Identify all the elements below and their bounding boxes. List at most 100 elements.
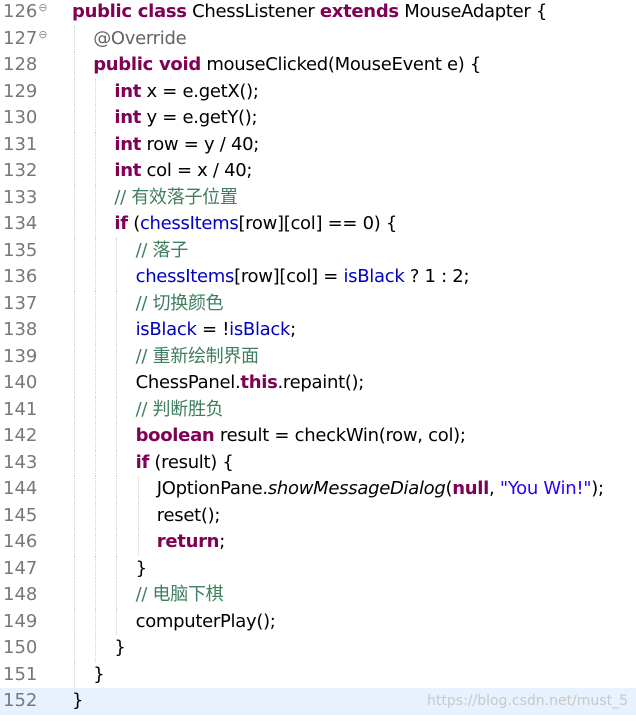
indent-guide <box>74 131 75 158</box>
indent-guide <box>95 78 97 105</box>
line-number-text: 142 <box>3 425 38 446</box>
line-number: 137 <box>0 291 51 318</box>
indent-guide <box>95 476 97 503</box>
indent-guide <box>116 608 118 635</box>
fold-collapse-icon[interactable]: ⊖ <box>38 0 47 17</box>
keyword-token: if <box>114 213 128 234</box>
indent-guide <box>116 555 118 582</box>
code-token: computerPlay(); <box>135 610 276 632</box>
code-line[interactable]: 140 ChessPanel.this.repaint(); <box>0 370 636 397</box>
keyword-token: public void <box>93 54 201 75</box>
comment-token: // 切换颜色 <box>135 292 224 314</box>
code-line[interactable]: 134 if (chessItems[row][col] == 0) { <box>0 211 636 238</box>
code-token: x = e.getX(); <box>141 80 259 102</box>
comment-token: // 落子 <box>135 239 189 261</box>
line-number: 126⊖ <box>0 0 51 26</box>
keyword-token: return <box>156 531 220 552</box>
string-token: "You Win!" <box>499 478 592 499</box>
code-text: } <box>93 662 104 689</box>
code-line[interactable]: 144 JOptionPane.showMessageDialog(null, "… <box>0 476 636 503</box>
code-line[interactable]: 126⊖ public class ChessListener extends M… <box>0 0 636 26</box>
annotation-token: @Override <box>93 27 187 49</box>
code-line[interactable]: 146 return; <box>0 529 636 556</box>
code-line[interactable]: 145 reset(); <box>0 502 636 529</box>
line-number: 140 <box>0 370 51 397</box>
field-token: isBlack <box>229 319 291 340</box>
indent-guide <box>74 317 75 344</box>
line-number: 138 <box>0 317 51 344</box>
indent-guide <box>116 449 118 476</box>
indent-guide <box>74 502 75 529</box>
line-number: 130 <box>0 105 51 132</box>
code-line[interactable]: 136 chessItems[row][col] = isBlack ? 1 : … <box>0 264 636 291</box>
code-text: ChessPanel.this.repaint(); <box>136 370 365 397</box>
code-line[interactable]: 139 // 重新绘制界面 <box>0 343 636 370</box>
line-number-text: 140 <box>3 372 38 393</box>
line-number: 136 <box>0 264 51 291</box>
code-line[interactable]: 129 int x = e.getX(); <box>0 78 636 106</box>
code-token: y = e.getY(); <box>141 107 258 128</box>
code-text: // 切换颜色 <box>136 291 224 318</box>
line-number-text: 149 <box>3 610 38 632</box>
code-line[interactable]: 127⊖ @Override <box>0 25 636 52</box>
indent-guide <box>116 370 118 397</box>
field-token: chessItems <box>135 266 235 287</box>
indent-guide <box>74 343 75 370</box>
code-line[interactable]: 150} <box>0 635 636 662</box>
indent-guide <box>74 608 75 635</box>
code-line[interactable]: 131 int row = y / 40; <box>0 131 636 158</box>
indent-guide <box>95 184 97 211</box>
code-text: public void mouseClicked(MouseEvent e) { <box>93 52 481 79</box>
code-text: } <box>114 635 125 662</box>
line-number-text: 134 <box>3 213 38 234</box>
indent-guide <box>95 502 97 529</box>
indent-guide <box>95 555 97 582</box>
code-line[interactable]: 143 if (result) { <box>0 449 636 476</box>
indent-guide <box>74 582 75 609</box>
code-text: boolean result = checkWin(row, col); <box>136 423 466 450</box>
indent-guide <box>74 25 75 52</box>
indent-guide <box>74 396 75 423</box>
indent-guide <box>116 237 118 264</box>
code-line[interactable]: 147} <box>0 555 636 582</box>
code-line[interactable]: 142 boolean result = checkWin(row, col); <box>0 423 636 450</box>
code-text: // 判断胜负 <box>136 397 224 424</box>
keyword-token: int <box>114 160 142 181</box>
line-number-text: 146 <box>3 531 38 552</box>
indent-guide <box>95 449 97 476</box>
comment-token: // 判断胜负 <box>135 398 224 420</box>
indent-guide <box>74 370 75 397</box>
line-number: 129 <box>0 79 51 106</box>
code-token: } <box>72 690 84 711</box>
code-text: JOptionPane.showMessageDialog(null, "You… <box>157 476 604 503</box>
code-line[interactable]: 132 int col = x / 40; <box>0 158 636 185</box>
code-line[interactable]: 141 // 判断胜负 <box>0 396 636 424</box>
line-number: 135 <box>0 238 51 265</box>
code-editor[interactable]: 126⊖ public class ChessListener extends M… <box>0 0 636 721</box>
fold-collapse-icon[interactable]: ⊖ <box>38 26 47 44</box>
code-line[interactable]: 133 // 有效落子位置 <box>0 184 636 212</box>
code-line[interactable]: 149 computerPlay(); <box>0 608 636 635</box>
code-line[interactable]: 138 isBlack = !isBlack; <box>0 317 636 344</box>
keyword-token: public class <box>72 1 187 22</box>
indent-guide <box>74 529 75 556</box>
line-number: 133 <box>0 185 51 212</box>
code-line[interactable]: 137 // 切换颜色 <box>0 290 636 318</box>
code-line[interactable]: 148 // 电脑下棋 <box>0 582 636 609</box>
code-token: .repaint(); <box>277 372 365 393</box>
field-token: isBlack <box>135 319 197 340</box>
code-line[interactable]: 128 public void mouseClicked(MouseEvent e… <box>0 52 636 79</box>
keyword-token: this <box>240 372 278 393</box>
indent-guide <box>116 502 118 529</box>
line-number: 150 <box>0 635 51 662</box>
line-number-text: 152 <box>3 690 38 711</box>
code-line[interactable]: 130 int y = e.getY(); <box>0 105 636 132</box>
line-number-text: 131 <box>3 133 38 155</box>
indent-guide <box>74 237 75 264</box>
code-line[interactable]: 135 // 落子 <box>0 237 636 265</box>
indent-guide <box>95 158 97 185</box>
code-line[interactable]: 151} <box>0 661 636 689</box>
indent-guide <box>74 52 75 79</box>
line-number: 128 <box>0 52 51 79</box>
code-token: ChessListener <box>192 1 320 22</box>
